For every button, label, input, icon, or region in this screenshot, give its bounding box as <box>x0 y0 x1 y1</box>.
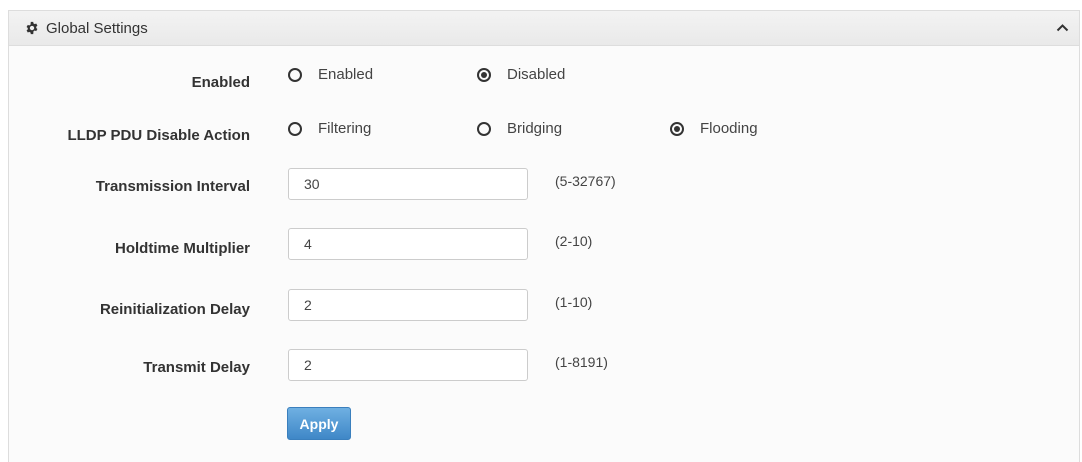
holdtime-multiplier-input[interactable] <box>288 228 528 260</box>
radio-enabled-circle[interactable] <box>288 67 302 82</box>
holdtime-multiplier-range: (2-10) <box>555 233 593 249</box>
radio-enabled-label: Enabled <box>318 66 374 83</box>
radio-disabled-label: Disabled <box>507 66 566 83</box>
transmission-interval-input[interactable] <box>288 168 528 200</box>
holdtime-multiplier-label: Holdtime Multiplier <box>115 240 250 257</box>
reinitialization-delay-label: Reinitialization Delay <box>99 301 250 318</box>
radio-bridging-label: Bridging <box>507 120 563 137</box>
radio-filtering-label: Filtering <box>318 120 372 137</box>
global-settings-panel: Global Settings Enabled LLDP PDU Disable… <box>8 10 1080 462</box>
transmit-delay-label: Transmit Delay <box>143 359 250 376</box>
radio-flooding[interactable]: Flooding <box>670 120 758 137</box>
reinitialization-delay-range: (1-10) <box>555 294 593 310</box>
radio-flooding-label: Flooding <box>700 120 758 137</box>
reinitialization-delay-input[interactable] <box>288 289 528 321</box>
radio-filtering-circle[interactable] <box>288 121 302 136</box>
chevron-up-icon[interactable] <box>1056 23 1069 32</box>
radio-filtering[interactable]: Filtering <box>288 120 371 137</box>
transmission-interval-label: Transmission Interval <box>95 178 250 195</box>
radio-disabled-circle[interactable] <box>477 67 491 82</box>
pdu-action-label: LLDP PDU Disable Action <box>67 127 250 144</box>
radio-disabled[interactable]: Disabled <box>477 66 565 83</box>
transmission-interval-range: (5-32767) <box>555 173 616 189</box>
radio-flooding-circle[interactable] <box>670 121 684 136</box>
transmit-delay-range: (1-8191) <box>555 354 608 370</box>
enabled-label: Enabled <box>191 74 250 91</box>
radio-bridging[interactable]: Bridging <box>477 120 562 137</box>
transmit-delay-input[interactable] <box>288 349 528 381</box>
form-labels: Enabled LLDP PDU Disable Action Transmis… <box>9 11 250 462</box>
radio-enabled[interactable]: Enabled <box>288 66 373 83</box>
apply-button[interactable]: Apply <box>287 407 351 440</box>
radio-bridging-circle[interactable] <box>477 121 491 136</box>
